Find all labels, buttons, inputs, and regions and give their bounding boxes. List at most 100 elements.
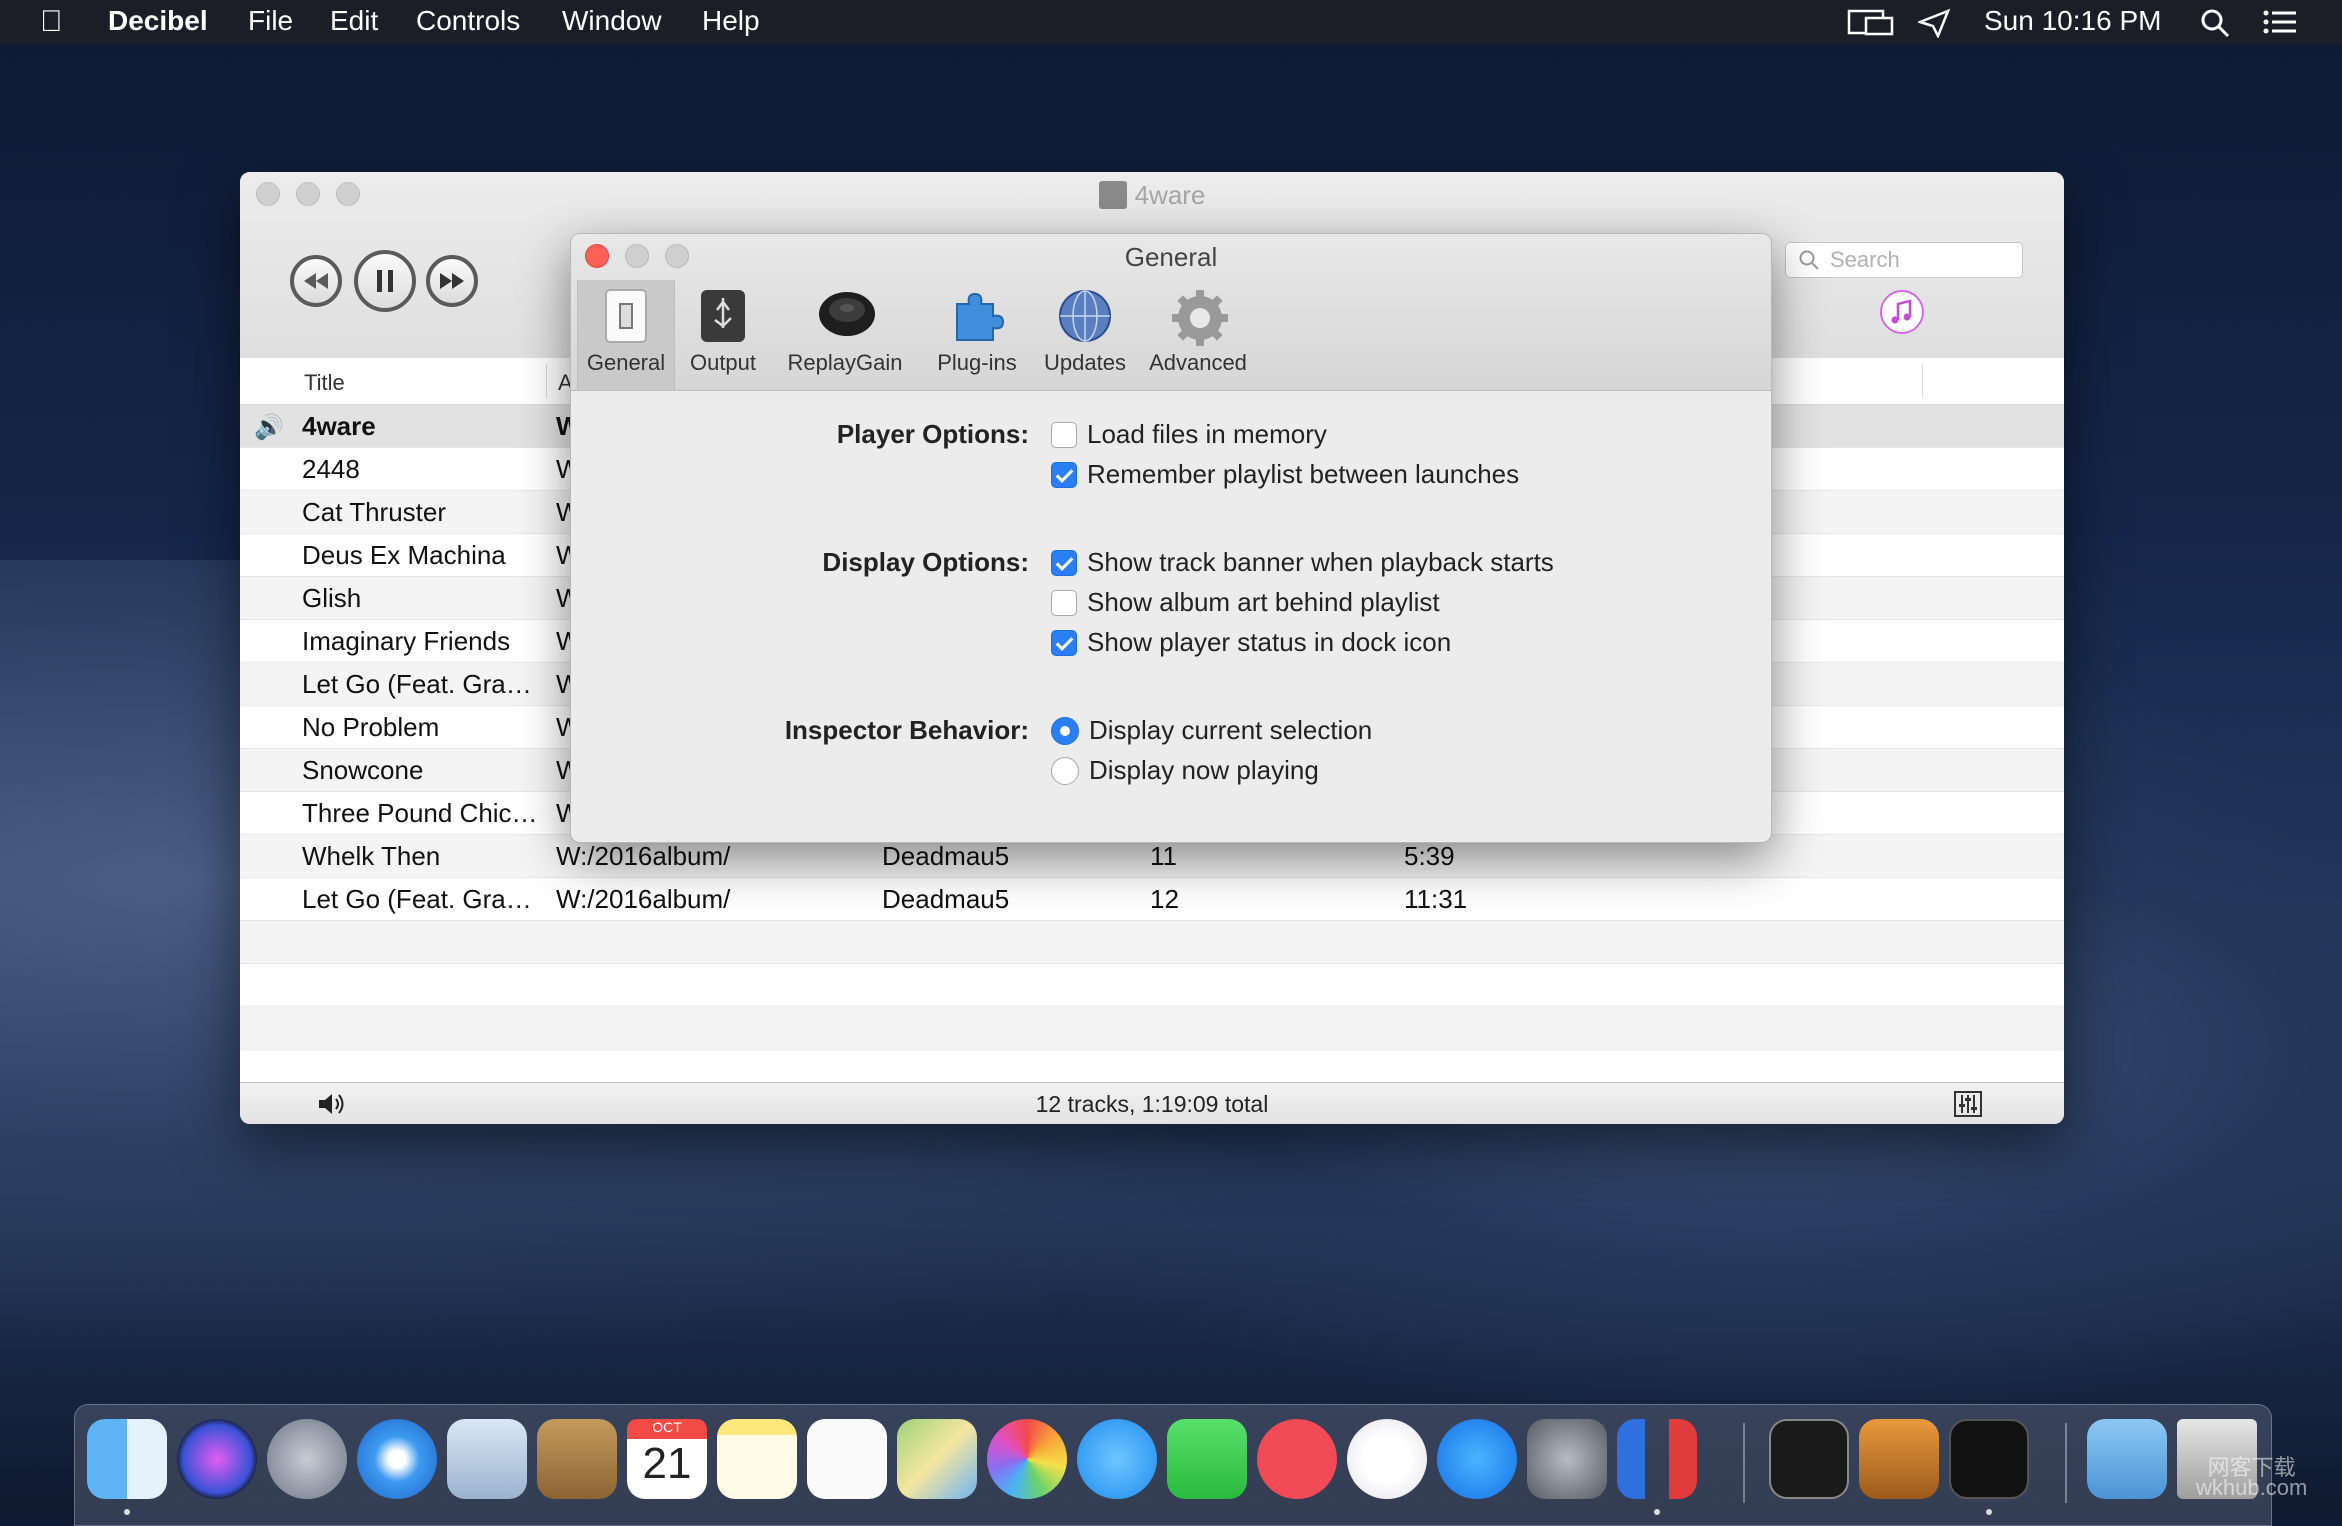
radio-unselected[interactable]	[1051, 757, 1079, 785]
status-bar: 12 tracks, 1:19:09 total	[240, 1082, 2064, 1124]
track-duration: 5:39	[1404, 841, 1455, 871]
preferences-title: General	[1124, 242, 1218, 272]
track-title: 2448	[302, 454, 360, 484]
itunes-icon[interactable]	[1347, 1419, 1427, 1499]
tab-output[interactable]: Output	[677, 280, 769, 390]
light-switch-icon	[598, 288, 654, 344]
checkbox-unchecked[interactable]	[1051, 590, 1077, 616]
equalizer-icon[interactable]	[1954, 1091, 1982, 1117]
search-field[interactable]: Search	[1785, 242, 2023, 278]
display-now-playing-radio[interactable]: Display now playing	[1051, 755, 1319, 787]
radio-label: Display current selection	[1089, 715, 1373, 745]
show-album-art-checkbox[interactable]: Show album art behind playlist	[1051, 587, 1440, 619]
search-placeholder: Search	[1830, 247, 1900, 272]
dock-separator	[2065, 1423, 2067, 1503]
speaker-icon	[817, 288, 875, 344]
notification-center-icon[interactable]	[2262, 8, 2298, 36]
gear-icon	[1170, 288, 1228, 346]
remember-playlist-checkbox[interactable]: Remember playlist between launches	[1051, 459, 1519, 491]
track-title: Glish	[302, 583, 362, 613]
column-divider[interactable]	[1922, 364, 1923, 398]
show-track-banner-checkbox[interactable]: Show track banner when playback starts	[1051, 547, 1554, 579]
siri-icon[interactable]	[177, 1419, 257, 1499]
archive-utility-icon[interactable]	[1859, 1419, 1939, 1499]
notes-icon[interactable]	[717, 1419, 797, 1499]
track-title: No Problem	[302, 712, 440, 742]
app-menu[interactable]: Decibel	[108, 5, 208, 37]
calendar-icon[interactable]: OCT 21	[627, 1419, 707, 1499]
calendar-day: 21	[642, 1439, 692, 1488]
spotlight-search-icon[interactable]	[2200, 8, 2232, 38]
system-preferences-icon[interactable]	[1527, 1419, 1607, 1499]
display-mirroring-icon[interactable]	[1846, 8, 1896, 38]
radio-selected[interactable]	[1051, 717, 1079, 745]
now-playing-speaker-icon: 🔊	[254, 414, 284, 441]
menu-help[interactable]: Help	[702, 5, 760, 37]
track-number: 12	[1150, 884, 1179, 914]
maps-icon[interactable]	[897, 1419, 977, 1499]
tab-advanced[interactable]: Advanced	[1141, 280, 1255, 390]
safari-icon[interactable]	[357, 1419, 437, 1499]
checkbox-checked[interactable]	[1051, 462, 1077, 488]
load-files-in-memory-checkbox[interactable]: Load files in memory	[1051, 419, 1327, 451]
terminal-icon[interactable]	[1769, 1419, 1849, 1499]
finder-icon[interactable]	[87, 1419, 167, 1499]
play-pause-button[interactable]	[354, 250, 416, 312]
next-track-button[interactable]	[426, 255, 478, 307]
track-title: Deus Ex Machina	[302, 540, 506, 570]
empty-row	[240, 1007, 2064, 1050]
track-duration: 11:31	[1404, 884, 1468, 914]
menu-edit[interactable]: Edit	[330, 5, 378, 37]
rewind-icon	[304, 273, 328, 289]
checkbox-unchecked[interactable]	[1051, 422, 1077, 448]
reminders-icon[interactable]	[807, 1419, 887, 1499]
launchpad-icon[interactable]	[267, 1419, 347, 1499]
dock: OCT 21	[74, 1404, 2272, 1526]
tab-updates[interactable]: Updates	[1033, 280, 1137, 390]
column-header-title[interactable]: Title	[304, 370, 345, 396]
menu-controls[interactable]: Controls	[416, 5, 520, 37]
mail-icon[interactable]	[447, 1419, 527, 1499]
downloads-folder-icon[interactable]	[2087, 1419, 2167, 1499]
tab-plugins[interactable]: Plug-ins	[923, 280, 1031, 390]
preferences-window: General General Output ReplayGain Plug-i…	[570, 233, 1772, 843]
decibel-icon[interactable]	[1949, 1419, 2029, 1499]
track-title: 4ware	[302, 411, 376, 441]
apple-menu-icon[interactable]: 	[40, 5, 63, 39]
table-row[interactable]: Let Go (Feat. Gra… W:/2016album/ Deadmau…	[240, 878, 2064, 921]
tab-replaygain[interactable]: ReplayGain	[771, 280, 919, 390]
checkbox-label: Show player status in dock icon	[1087, 627, 1452, 657]
contacts-icon[interactable]	[537, 1419, 617, 1499]
photos-icon[interactable]	[987, 1419, 1067, 1499]
track-summary: 12 tracks, 1:19:09 total	[1035, 1091, 1269, 1117]
magnet-app-icon[interactable]	[1617, 1419, 1697, 1499]
checkbox-checked[interactable]	[1051, 630, 1077, 656]
app-store-icon[interactable]	[1437, 1419, 1517, 1499]
previous-track-button[interactable]	[290, 255, 342, 307]
show-player-status-checkbox[interactable]: Show player status in dock icon	[1051, 627, 1451, 659]
news-icon[interactable]	[1257, 1419, 1337, 1499]
menubar-clock[interactable]: Sun 10:16 PM	[1984, 5, 2161, 37]
track-artist: Deadmau5	[882, 841, 1010, 871]
tab-label: ReplayGain	[787, 350, 903, 375]
display-current-selection-radio[interactable]: Display current selection	[1051, 715, 1372, 747]
track-number: 11	[1150, 841, 1177, 871]
display-options-label: Display Options:	[822, 547, 1029, 577]
tab-label: Advanced	[1149, 350, 1247, 375]
window-title-text: 4ware	[1134, 180, 1206, 210]
preferences-toolbar: General General Output ReplayGain Plug-i…	[571, 234, 1771, 391]
tab-general[interactable]: General	[577, 280, 675, 390]
facetime-icon[interactable]	[1167, 1419, 1247, 1499]
puzzle-piece-icon	[949, 288, 1005, 344]
itunes-button[interactable]	[1880, 290, 1924, 334]
column-divider[interactable]	[546, 364, 547, 398]
checkbox-checked[interactable]	[1051, 550, 1077, 576]
menu-window[interactable]: Window	[562, 5, 662, 37]
usb-drive-icon	[695, 288, 751, 344]
running-indicator	[1986, 1509, 1992, 1515]
track-title: Let Go (Feat. Gra…	[302, 884, 532, 914]
empty-row	[240, 921, 2064, 964]
send-icon[interactable]	[1918, 8, 1952, 38]
messages-icon[interactable]	[1077, 1419, 1157, 1499]
menu-file[interactable]: File	[248, 5, 293, 37]
